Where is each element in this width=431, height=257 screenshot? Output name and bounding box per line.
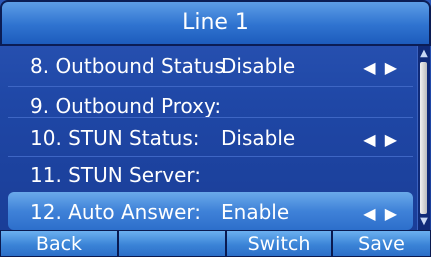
scroll-down-icon[interactable]: ▼ xyxy=(419,216,429,228)
option-value: Disable xyxy=(221,54,296,78)
option-row-stun-status[interactable]: 10. STUN Status: Disable ◀ ▶ xyxy=(8,118,413,158)
left-right-arrows-icon[interactable]: ◀ ▶ xyxy=(363,204,399,223)
softkey-bar: Back Switch Save xyxy=(0,230,431,257)
switch-button[interactable]: Switch xyxy=(226,230,332,257)
option-row-outbound-status[interactable]: 8. Outbound Status Disable ◀ ▶ xyxy=(8,46,413,86)
option-row-stun-server[interactable]: 11. STUN Server: xyxy=(8,155,413,195)
back-button[interactable]: Back xyxy=(0,230,118,257)
option-row-auto-answer[interactable]: 12. Auto Answer: Enable ◀ ▶ xyxy=(8,192,413,230)
title-bar: Line 1 xyxy=(0,0,431,46)
scrollbar[interactable]: ▲ ▼ xyxy=(417,46,430,230)
option-label: 12. Auto Answer: xyxy=(30,200,202,224)
option-label: 8. Outbound Status xyxy=(30,54,225,78)
save-button[interactable]: Save xyxy=(332,230,431,257)
page-title: Line 1 xyxy=(182,10,249,35)
left-right-arrows-icon[interactable]: ◀ ▶ xyxy=(363,130,399,149)
left-right-arrows-icon[interactable]: ◀ ▶ xyxy=(363,58,399,77)
scroll-up-icon[interactable]: ▲ xyxy=(419,48,429,60)
option-label: 9. Outbound Proxy: xyxy=(30,94,222,118)
option-value: Enable xyxy=(221,200,290,224)
empty-softkey[interactable] xyxy=(118,230,226,257)
option-value: Disable xyxy=(221,126,296,150)
option-label: 10. STUN Status: xyxy=(30,126,200,150)
phone-screen: Line 1 8. Outbound Status Disable ◀ ▶ 9.… xyxy=(0,0,431,257)
option-label: 11. STUN Server: xyxy=(30,163,202,187)
scroll-thumb[interactable] xyxy=(420,62,427,214)
